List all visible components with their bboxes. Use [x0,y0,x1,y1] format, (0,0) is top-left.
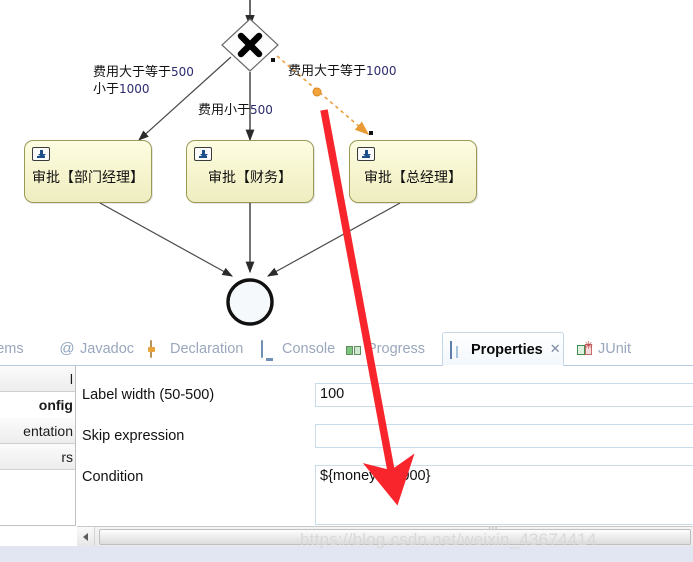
edge-label-line2-text: 小于 [93,82,120,97]
edge-label-gte1000-num: 1000 [366,64,397,78]
tab-junit[interactable]: ✳ JUnit [570,332,638,366]
scroll-left-arrow-icon[interactable] [77,527,95,547]
tab-console[interactable]: Console [254,332,342,366]
task-finance-label: 审批【财务】 [208,170,292,186]
tab-properties-label: Properties [471,341,543,358]
user-task-icon [32,147,50,161]
properties-section-parameters[interactable]: rs [0,444,75,470]
edge-label-lt500-text: 费用小于 [198,103,251,118]
properties-section-main-config[interactable]: onfig [0,392,75,418]
edge-label-line1-num: 500 [171,65,194,79]
scrollbar-thumb[interactable] [99,529,691,545]
tab-javadoc[interactable]: @ Javadoc [52,332,141,366]
properties-view-body: l onfig entation rs Label width (50-500)… [0,366,693,548]
task-gm-label: 审批【总经理】 [364,170,462,186]
edge-label-cond-lt-500: 费用小于500 [198,102,273,119]
label-width-label: Label width (50-500) [82,387,215,403]
edge-label-cond-gte-1000: 费用大于等于1000 [288,63,397,80]
properties-section-list-filler [0,470,75,525]
progress-icon [346,345,362,356]
screenshot-root: 费用大于等于500 小于1000 费用小于500 费用大于等于1000 审批【部… [0,0,693,562]
tab-properties[interactable]: Properties ✕ [442,332,564,367]
properties-icon [450,340,466,359]
view-tab-bar: lems @ Javadoc Declaration Console Progr… [0,332,693,367]
tab-progress-label: Progress [367,341,426,357]
user-task-icon [194,147,212,161]
edge-label-cond-500-1000: 费用大于等于500 小于1000 [93,64,194,98]
tab-javadoc-label: Javadoc [80,341,135,357]
condition-input[interactable]: ${money>=1000} [315,465,693,525]
properties-section-documentation[interactable]: entation [0,418,75,444]
tab-declaration[interactable]: Declaration [142,332,250,366]
declaration-icon [149,340,165,358]
skip-expression-input[interactable] [315,424,693,448]
bpmn-diagram-canvas[interactable]: 费用大于等于500 小于1000 费用小于500 费用大于等于1000 审批【部… [0,0,693,332]
console-icon [261,340,277,358]
edge-label-lt500-num: 500 [250,103,273,117]
edge-label-line1-text: 费用大于等于 [93,65,172,80]
status-bar [0,546,693,562]
junit-icon: ✳ [577,340,593,357]
eclipse-view-stack: lems @ Javadoc Declaration Console Progr… [0,332,693,562]
label-width-input[interactable]: 100 [315,383,693,407]
horizontal-scrollbar[interactable] [77,526,693,547]
task-finance[interactable]: 审批【财务】 [186,140,314,203]
tab-problems-label: lems [0,341,24,357]
tab-console-label: Console [282,341,336,357]
properties-field-area: Label width (50-500) 100 Skip expression… [77,366,693,526]
condition-label: Condition [82,469,144,485]
task-dept-manager-label: 审批【部门经理】 [32,170,144,186]
edge-label-gte1000-text: 费用大于等于 [288,64,367,79]
edge-label-line2-num: 1000 [119,82,150,96]
at-icon: @ [59,340,75,357]
properties-section-general[interactable]: l [0,366,75,392]
tab-junit-label: JUnit [598,341,632,357]
user-task-icon [357,147,375,161]
tab-declaration-label: Declaration [170,341,244,357]
tab-progress[interactable]: Progress [339,332,432,366]
close-icon[interactable]: ✕ [550,342,561,357]
skip-expression-label: Skip expression [82,428,185,444]
task-gm[interactable]: 审批【总经理】 [349,140,477,203]
tab-problems[interactable]: lems [0,332,52,366]
properties-section-list[interactable]: l onfig entation rs [0,366,76,526]
task-dept-manager[interactable]: 审批【部门经理】 [24,140,152,203]
